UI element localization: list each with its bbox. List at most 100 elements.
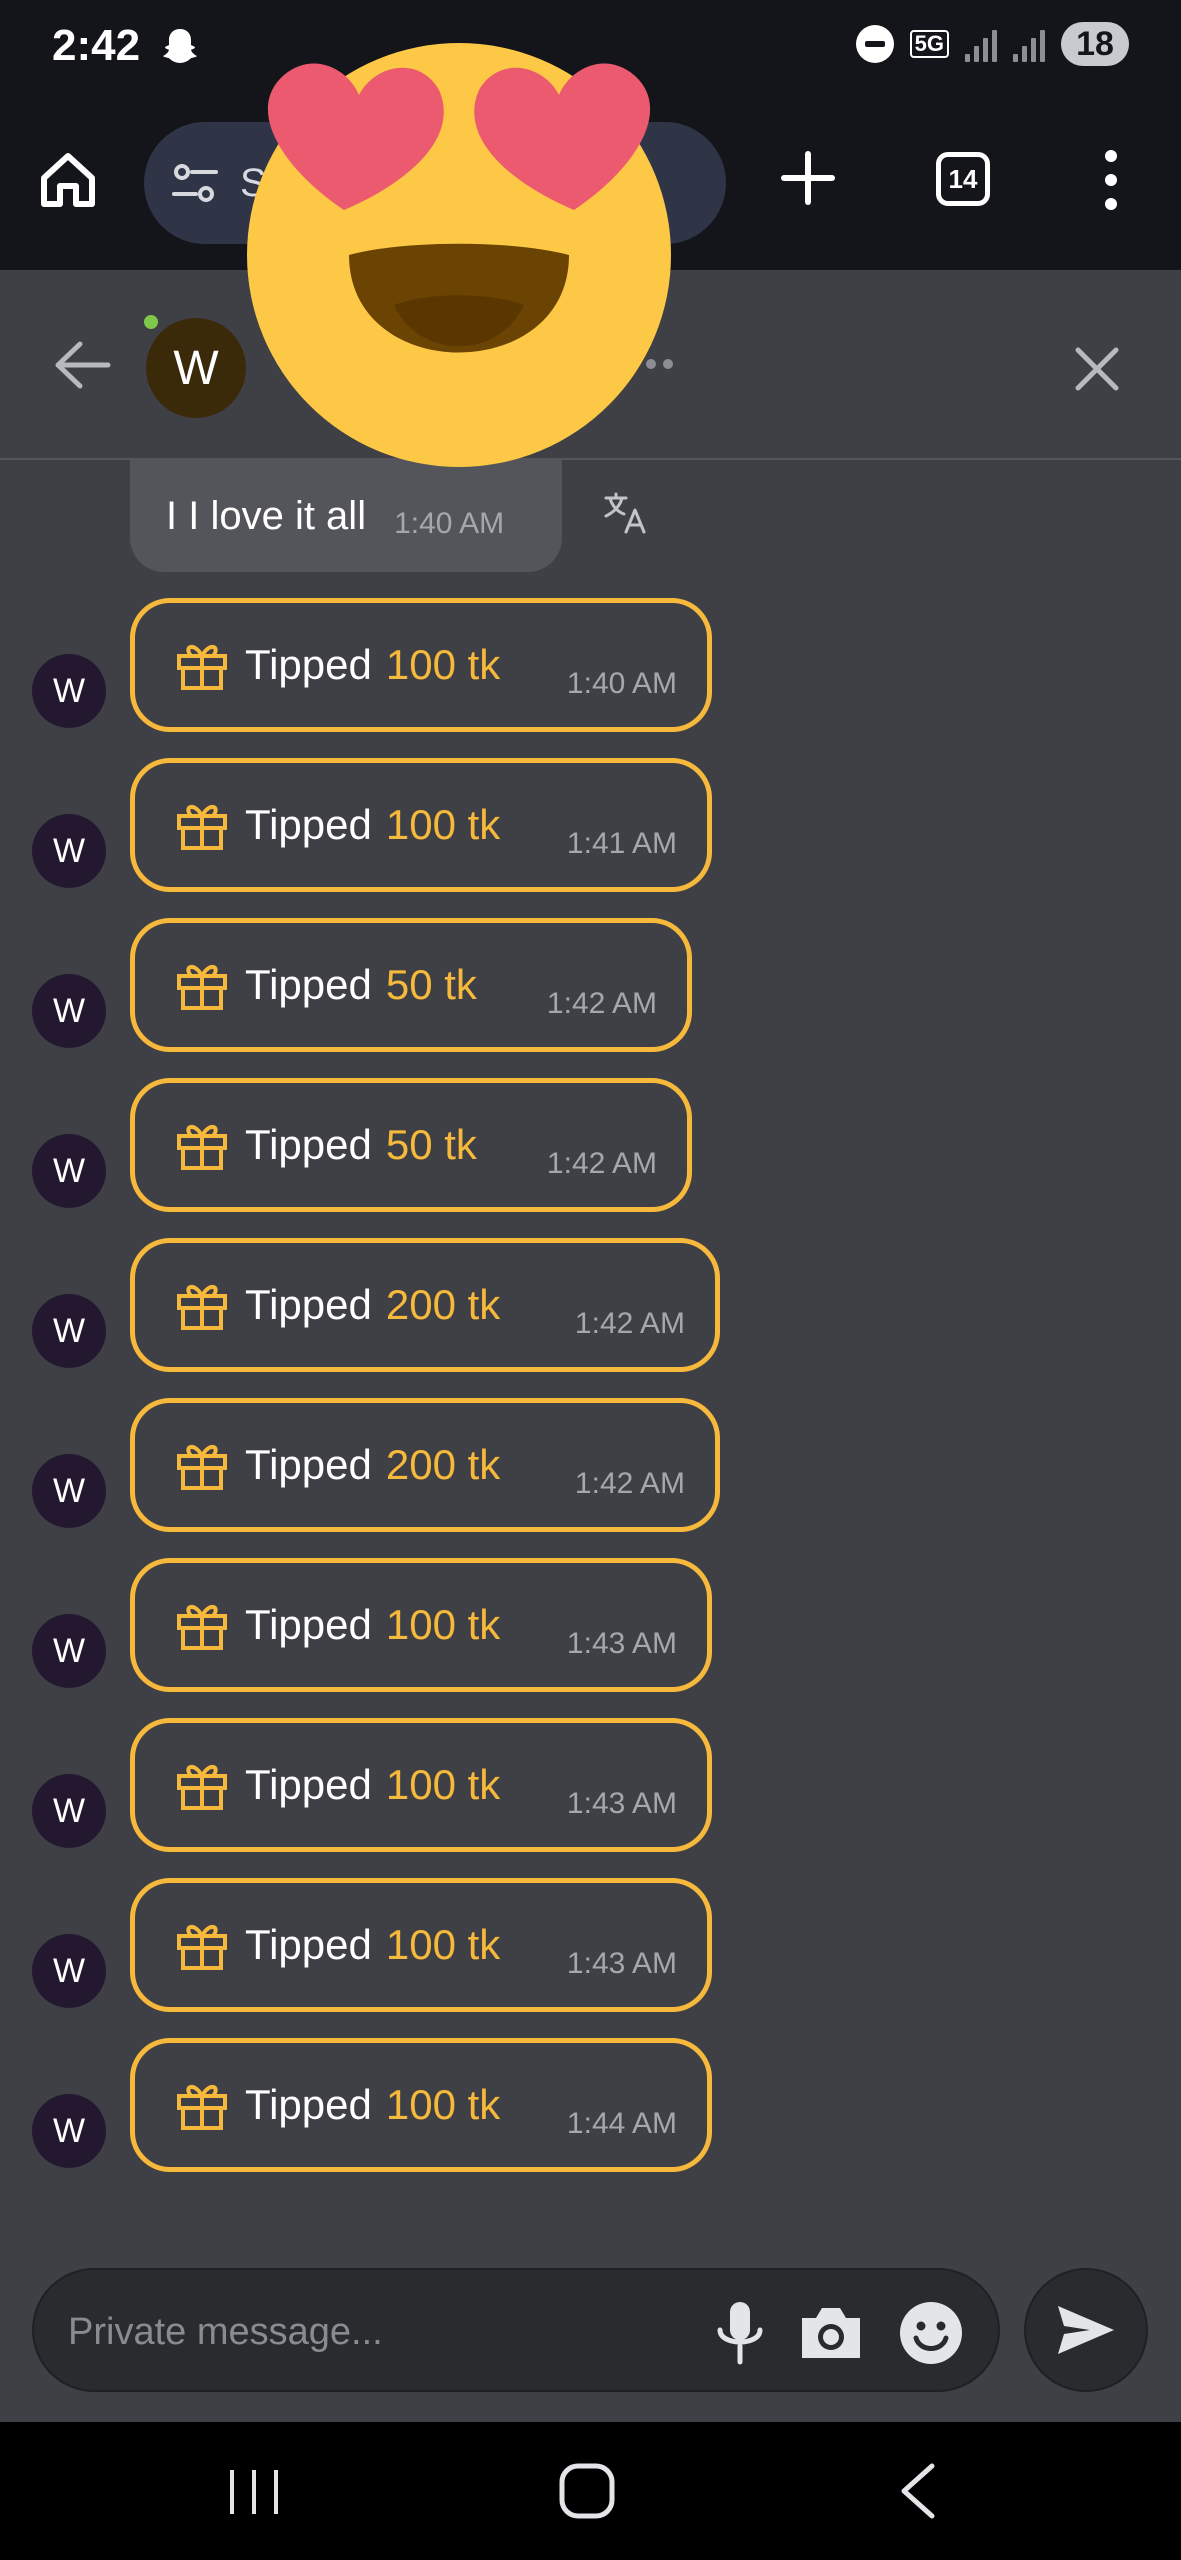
gift-icon xyxy=(177,1765,227,1810)
tip-bubble[interactable]: Tipped 100 tk 1:44 AM xyxy=(130,2038,712,2172)
tip-bubble[interactable]: Tipped 100 tk 1:43 AM xyxy=(130,1878,712,2012)
gift-icon xyxy=(177,1925,227,1970)
tip-label: Tipped xyxy=(245,2081,372,2128)
mic-icon[interactable] xyxy=(712,2300,768,2366)
tip-bubble[interactable]: Tipped 50 tk 1:42 AM xyxy=(130,918,692,1052)
tip-amount: 50 tk xyxy=(385,1121,477,1168)
tip-amount: 50 tk xyxy=(385,961,477,1008)
tip-message-row: W Tipped 50 tk 1:42 AM xyxy=(0,1078,1181,1212)
snapchat-ghost-icon xyxy=(163,29,198,63)
sender-avatar[interactable]: W xyxy=(32,814,106,888)
heart-eyes-emoji xyxy=(247,43,671,467)
tip-bubble[interactable]: Tipped 50 tk 1:42 AM xyxy=(130,1078,692,1212)
gift-icon xyxy=(177,1285,227,1330)
tip-time: 1:42 AM xyxy=(574,1467,685,1500)
tip-label: Tipped xyxy=(245,1121,372,1168)
status-time: 2:42 xyxy=(52,21,141,70)
message-text: I I love it all xyxy=(166,493,367,538)
message-bubble[interactable]: I I love it all 1:40 AM xyxy=(130,460,562,572)
tip-amount: 200 tk xyxy=(385,1281,501,1328)
tabs-button[interactable]: 14 xyxy=(936,152,990,206)
tip-message-row: W Tipped 200 tk 1:42 AM xyxy=(0,1238,1181,1372)
tip-message-row: W Tipped 50 tk 1:42 AM xyxy=(0,918,1181,1052)
more-vert-icon[interactable] xyxy=(1096,148,1126,212)
sender-avatar[interactable]: W xyxy=(32,1294,106,1368)
battery-indicator: 18 xyxy=(1061,22,1129,66)
plus-icon[interactable] xyxy=(778,148,838,208)
tip-label: Tipped xyxy=(245,1281,372,1328)
send-icon xyxy=(1058,2306,1114,2354)
tip-message-row: W Tipped 200 tk 1:42 AM xyxy=(0,1398,1181,1532)
tip-amount: 100 tk xyxy=(385,641,501,688)
signal-icon xyxy=(965,26,997,62)
sender-avatar[interactable]: W xyxy=(32,2094,106,2168)
tip-label: Tipped xyxy=(245,641,372,688)
tip-bubble[interactable]: Tipped 200 tk 1:42 AM xyxy=(130,1238,720,1372)
tip-amount: 200 tk xyxy=(385,1441,501,1488)
status-icons: 5G 18 xyxy=(855,22,1129,66)
camera-icon[interactable] xyxy=(798,2302,864,2362)
contact-avatar[interactable]: W xyxy=(146,318,246,418)
sender-avatar[interactable]: W xyxy=(32,974,106,1048)
tip-amount: 100 tk xyxy=(385,801,501,848)
tip-bubble[interactable]: Tipped 100 tk 1:40 AM xyxy=(130,598,712,732)
tip-time: 1:44 AM xyxy=(566,2107,677,2140)
home-icon[interactable] xyxy=(36,148,100,212)
sender-avatar[interactable]: W xyxy=(32,1614,106,1688)
tip-amount: 100 tk xyxy=(385,1601,501,1648)
gift-icon xyxy=(177,1125,227,1170)
tip-time: 1:41 AM xyxy=(566,827,677,860)
gift-icon xyxy=(177,645,227,690)
tip-bubble[interactable]: Tipped 100 tk 1:43 AM xyxy=(130,1558,712,1692)
tip-message-row: W Tipped 100 tk 1:44 AM xyxy=(0,2038,1181,2172)
gift-icon xyxy=(177,805,227,850)
tip-amount: 100 tk xyxy=(385,1761,501,1808)
tune-icon[interactable] xyxy=(170,158,220,208)
sender-avatar[interactable]: W xyxy=(32,1934,106,2008)
message-list[interactable]: I I love it all 1:40 AM W Tipped 100 tk 1:4… xyxy=(0,460,1181,2250)
tip-label: Tipped xyxy=(245,1601,372,1648)
message-input[interactable] xyxy=(68,2300,688,2364)
tip-label: Tipped xyxy=(245,801,372,848)
tip-time: 1:43 AM xyxy=(566,1627,677,1660)
message-composer xyxy=(32,2268,1000,2392)
translate-icon[interactable] xyxy=(602,490,648,536)
tip-message-row: W Tipped 100 tk 1:43 AM xyxy=(0,1718,1181,1852)
close-icon[interactable] xyxy=(1070,342,1124,396)
online-indicator xyxy=(144,315,158,329)
sender-avatar[interactable]: W xyxy=(32,654,106,728)
send-button[interactable] xyxy=(1024,2268,1148,2392)
emoji-icon[interactable] xyxy=(898,2300,964,2366)
tip-label: Tipped xyxy=(245,1441,372,1488)
system-nav-bar xyxy=(0,2422,1181,2560)
tip-message-row: W Tipped 100 tk 1:41 AM xyxy=(0,758,1181,892)
tip-bubble[interactable]: Tipped 200 tk 1:42 AM xyxy=(130,1398,720,1532)
do-not-disturb-icon xyxy=(855,25,894,63)
gift-icon xyxy=(177,1445,227,1490)
home-nav-icon[interactable] xyxy=(558,2462,616,2520)
tip-amount: 100 tk xyxy=(385,2081,501,2128)
sender-avatar[interactable]: W xyxy=(32,1454,106,1528)
tip-label: Tipped xyxy=(245,1761,372,1808)
network-badge: 5G xyxy=(909,30,949,58)
tip-time: 1:40 AM xyxy=(566,667,677,700)
gift-icon xyxy=(177,1605,227,1650)
message-time: 1:40 AM xyxy=(394,507,505,540)
tip-bubble[interactable]: Tipped 100 tk 1:43 AM xyxy=(130,1718,712,1852)
signal-icon-2 xyxy=(1013,26,1045,62)
gift-icon xyxy=(177,965,227,1010)
back-nav-icon[interactable] xyxy=(898,2462,938,2520)
sender-avatar[interactable]: W xyxy=(32,1134,106,1208)
tip-time: 1:43 AM xyxy=(566,1787,677,1820)
recents-icon[interactable] xyxy=(226,2466,282,2518)
tip-bubble[interactable]: Tipped 100 tk 1:41 AM xyxy=(130,758,712,892)
tip-time: 1:42 AM xyxy=(574,1307,685,1340)
tip-label: Tipped xyxy=(245,1921,372,1968)
tip-amount: 100 tk xyxy=(385,1921,501,1968)
tip-time: 1:42 AM xyxy=(546,987,657,1020)
tip-message-row: W Tipped 100 tk 1:43 AM xyxy=(0,1558,1181,1692)
tip-message-row: W Tipped 100 tk 1:43 AM xyxy=(0,1878,1181,2012)
sender-avatar[interactable]: W xyxy=(32,1774,106,1848)
back-arrow-icon[interactable] xyxy=(52,340,112,390)
tip-time: 1:42 AM xyxy=(546,1147,657,1180)
